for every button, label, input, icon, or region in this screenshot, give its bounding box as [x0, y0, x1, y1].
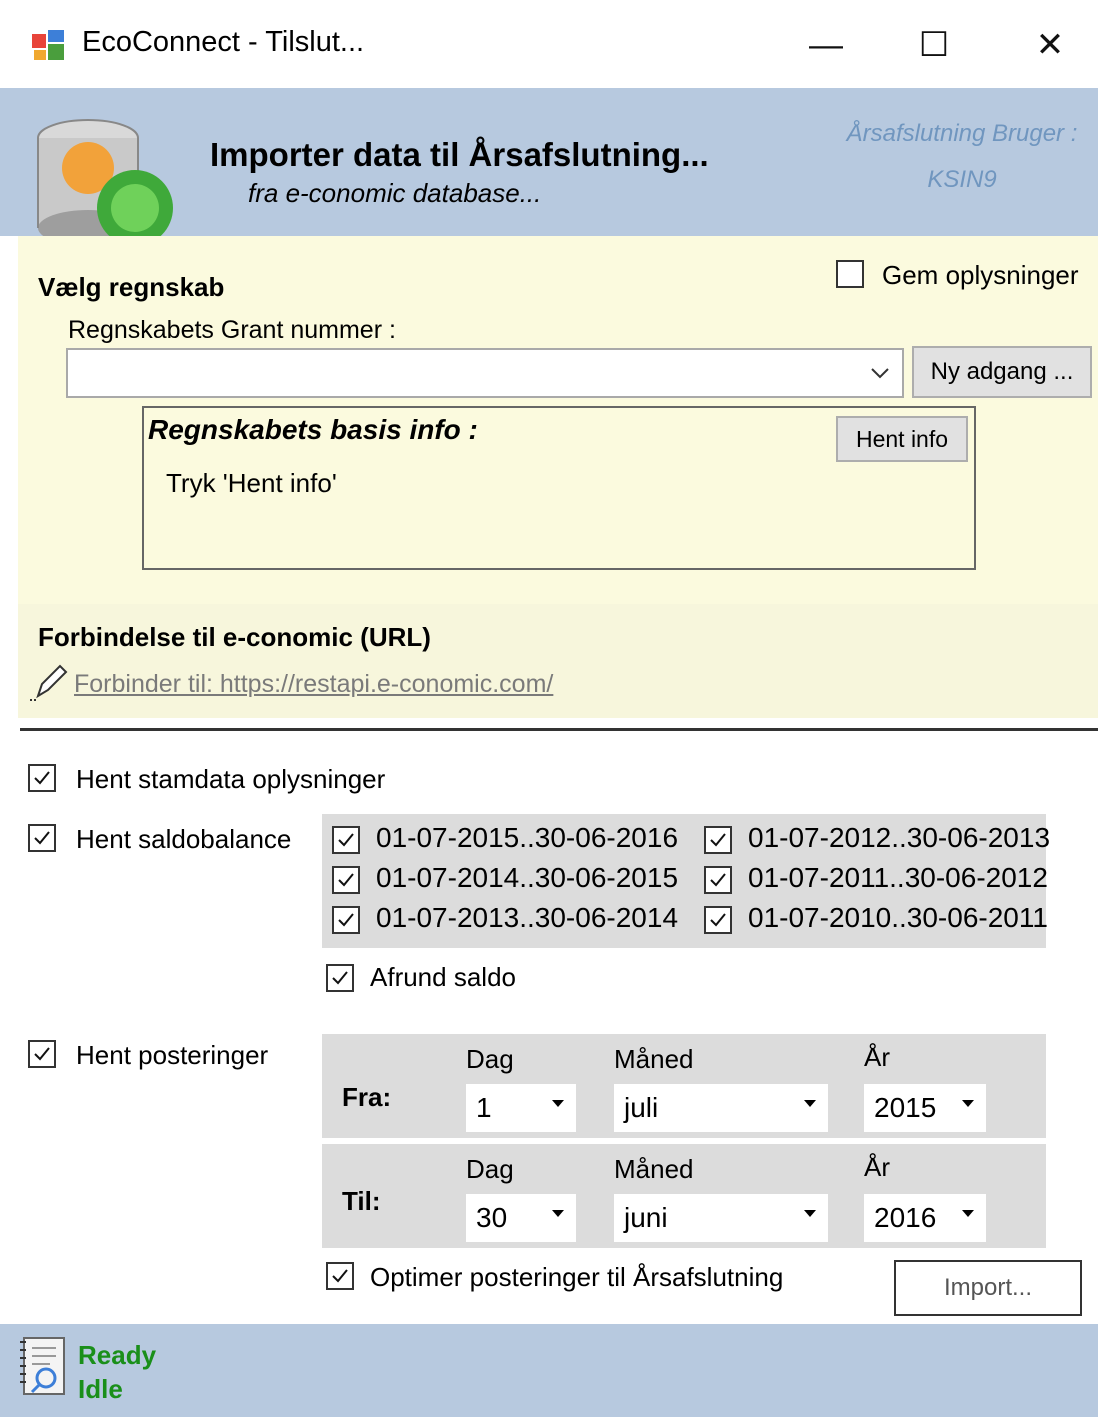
check-icon	[34, 831, 50, 845]
dropdown-arrow-icon	[804, 1100, 816, 1107]
from-year-dropdown[interactable]: 2015	[864, 1084, 986, 1132]
maximize-button[interactable]: ☐	[894, 14, 974, 76]
to-month-dropdown[interactable]: juni	[614, 1194, 828, 1242]
basis-info-text: Tryk 'Hent info'	[166, 468, 337, 498]
period-label-4: 01-07-2012..30-06-2013	[748, 822, 1051, 853]
check-icon	[34, 771, 50, 785]
to-day-value: 30	[476, 1202, 508, 1233]
postings-checkbox[interactable]	[28, 1040, 56, 1068]
to-day-header: Dag	[466, 1154, 514, 1184]
minimize-button[interactable]: —	[786, 14, 866, 76]
to-year-dropdown[interactable]: 2016	[864, 1194, 986, 1242]
to-year-header: År	[864, 1152, 890, 1182]
period-checkbox-5[interactable]	[704, 866, 732, 894]
to-month-value: juni	[624, 1202, 668, 1233]
period-checkbox-2[interactable]	[332, 866, 360, 894]
app-icon	[32, 28, 66, 62]
optimize-checkbox[interactable]	[326, 1262, 354, 1290]
fetch-info-button[interactable]: Hent info	[836, 416, 968, 462]
dropdown-arrow-icon	[552, 1210, 564, 1217]
check-icon	[338, 833, 354, 847]
grant-combobox[interactable]	[66, 348, 904, 398]
saldo-label: Hent saldobalance	[76, 824, 292, 854]
database-icon	[30, 108, 180, 248]
from-month-header: Måned	[614, 1044, 694, 1074]
status-bar	[0, 1324, 1098, 1417]
log-icon	[18, 1334, 68, 1405]
check-icon	[34, 1047, 50, 1061]
header-title: Importer data til Årsafslutning...	[210, 136, 709, 173]
import-button[interactable]: Import...	[894, 1260, 1082, 1316]
from-year-value: 2015	[874, 1092, 937, 1123]
period-checkbox-3[interactable]	[332, 906, 360, 934]
section-divider	[20, 728, 1098, 731]
save-info-label: Gem oplysninger	[882, 260, 1079, 290]
round-label: Afrund saldo	[370, 962, 516, 992]
from-label: Fra:	[342, 1082, 392, 1112]
user-value: KSIN9	[927, 166, 997, 193]
account-section-title: Vælg regnskab	[38, 272, 225, 302]
to-label: Til:	[342, 1186, 381, 1216]
header-subtitle: fra e-conomic database...	[248, 178, 542, 208]
new-access-button[interactable]: Ny adgang ...	[912, 346, 1092, 398]
period-checkbox-1[interactable]	[332, 826, 360, 854]
to-month-header: Måned	[614, 1154, 694, 1184]
check-icon	[332, 1269, 348, 1283]
postings-label: Hent posteringer	[76, 1040, 269, 1070]
from-day-value: 1	[476, 1092, 492, 1123]
check-icon	[332, 971, 348, 985]
stamdata-checkbox[interactable]	[28, 764, 56, 792]
saldo-checkbox[interactable]	[28, 824, 56, 852]
period-checkbox-6[interactable]	[704, 906, 732, 934]
pencil-icon[interactable]	[28, 662, 68, 707]
dropdown-arrow-icon	[804, 1210, 816, 1217]
check-icon	[338, 913, 354, 927]
from-month-value: juli	[624, 1092, 659, 1123]
period-label-6: 01-07-2010..30-06-2011	[748, 902, 1048, 933]
round-checkbox[interactable]	[326, 964, 354, 992]
check-icon	[710, 873, 726, 887]
window-title: EcoConnect - Tilslut...	[82, 26, 365, 58]
check-icon	[338, 873, 354, 887]
from-day-dropdown[interactable]: 1	[466, 1084, 576, 1132]
connection-link[interactable]: Forbinder til: https://restapi.e-conomic…	[74, 670, 553, 699]
period-checkbox-4[interactable]	[704, 826, 732, 854]
period-label-2: 01-07-2014..30-06-2015	[376, 862, 679, 893]
to-day-dropdown[interactable]: 30	[466, 1194, 576, 1242]
optimize-label: Optimer posteringer til Årsafslutning	[370, 1262, 784, 1292]
chevron-down-icon	[871, 368, 889, 379]
basis-info-title: Regnskabets basis info :	[148, 414, 478, 445]
check-icon	[710, 833, 726, 847]
from-year-header: År	[864, 1042, 890, 1072]
check-icon	[710, 913, 726, 927]
from-month-dropdown[interactable]: juli	[614, 1084, 828, 1132]
user-label: Årsafslutning Bruger :	[846, 120, 1078, 147]
status-line-2: Idle	[78, 1374, 123, 1404]
dropdown-arrow-icon	[552, 1100, 564, 1107]
to-year-value: 2016	[874, 1202, 937, 1233]
from-day-header: Dag	[466, 1044, 514, 1074]
stamdata-label: Hent stamdata oplysninger	[76, 764, 386, 794]
save-info-checkbox[interactable]	[836, 260, 864, 288]
dropdown-arrow-icon	[962, 1100, 974, 1107]
connection-title: Forbindelse til e-conomic (URL)	[38, 622, 431, 652]
grant-label: Regnskabets Grant nummer :	[68, 316, 396, 344]
status-line-1: Ready	[78, 1340, 157, 1370]
period-label-1: 01-07-2015..30-06-2016	[376, 822, 679, 853]
close-button[interactable]: ✕	[1010, 14, 1090, 76]
period-label-5: 01-07-2011..30-06-2012	[748, 862, 1048, 893]
dropdown-arrow-icon	[962, 1210, 974, 1217]
period-label-3: 01-07-2013..30-06-2014	[376, 902, 679, 933]
